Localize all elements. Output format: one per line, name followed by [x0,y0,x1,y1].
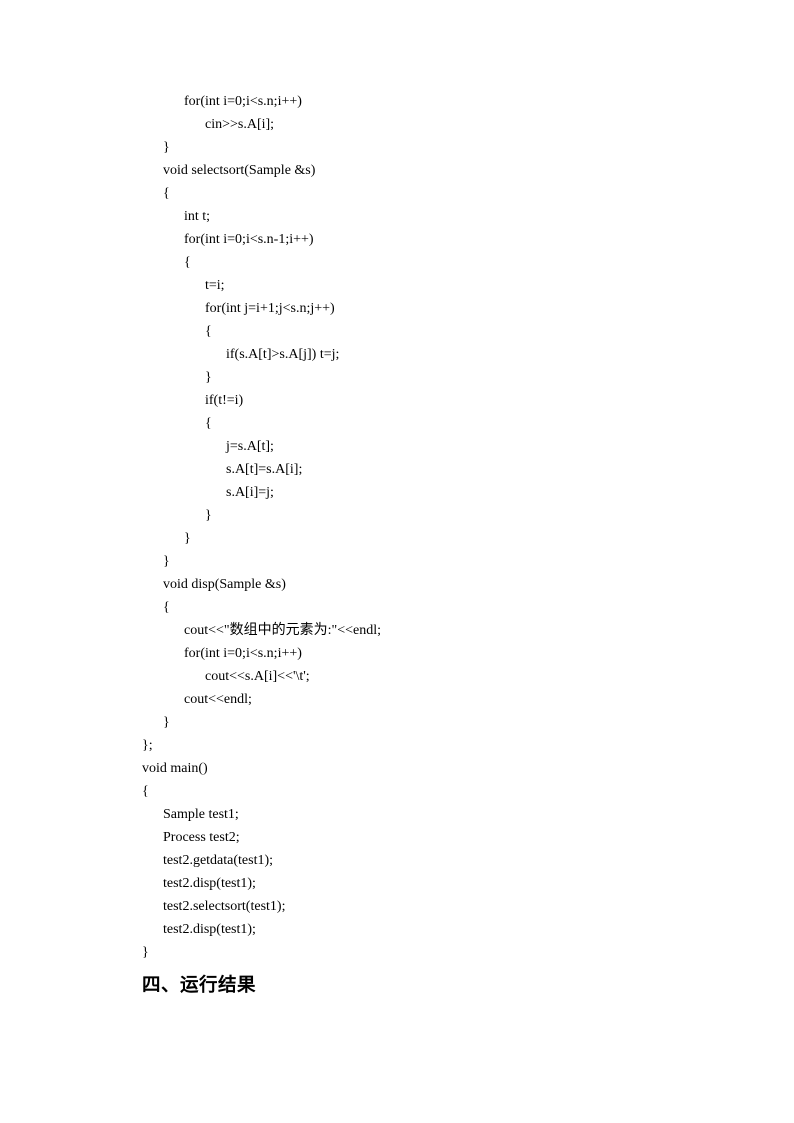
page-content: for(int i=0;i<s.n;i++) cin>>s.A[i]; } vo… [0,0,794,995]
code-block: for(int i=0;i<s.n;i++) cin>>s.A[i]; } vo… [142,90,794,964]
section-heading: 四、运行结果 [142,976,794,995]
